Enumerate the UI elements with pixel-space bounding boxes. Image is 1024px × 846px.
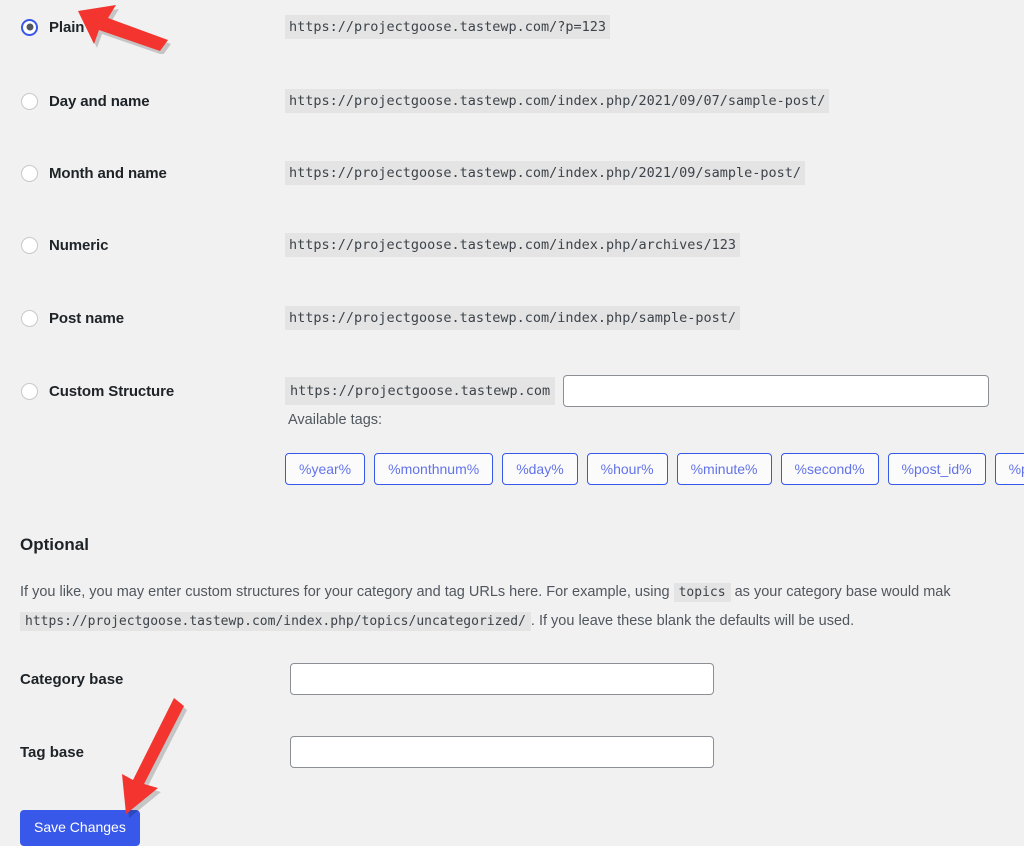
radio-plain[interactable]	[21, 18, 38, 36]
tag-button-monthnum[interactable]: %monthnum%	[374, 453, 494, 486]
optional-text-part3: . If you leave these blank the defaults …	[530, 613, 855, 629]
tag-button-year[interactable]: %year%	[285, 453, 366, 486]
permalink-option-label: Numeric	[49, 236, 109, 254]
permalink-option-row[interactable]: Custom Structure https://projectgoose.ta…	[0, 371, 1024, 411]
tag-base-row: Tag base	[0, 736, 1024, 768]
permalink-option-row[interactable]: Post name https://projectgoose.tastewp.c…	[0, 298, 1024, 338]
radio-post-name[interactable]	[21, 309, 38, 327]
radio-day-and-name[interactable]	[21, 92, 38, 110]
tag-button-day[interactable]: %day%	[502, 453, 578, 486]
permalink-option-post-name[interactable]: Post name	[0, 309, 285, 327]
tag-button-hour[interactable]: %hour%	[586, 453, 668, 486]
permalink-option-numeric[interactable]: Numeric	[0, 236, 285, 254]
optional-description: If you like, you may enter custom struct…	[20, 578, 1024, 636]
radio-month-and-name[interactable]	[21, 164, 38, 182]
permalink-option-label: Plain	[49, 18, 85, 36]
tag-button-post-id[interactable]: %post_id%	[887, 453, 986, 486]
permalink-option-label: Custom Structure	[49, 382, 175, 400]
category-base-label: Category base	[20, 670, 124, 688]
tag-base-input[interactable]	[290, 736, 714, 768]
category-base-row: Category base	[0, 663, 1024, 695]
permalink-settings-page: Plain https://projectgoose.tastewp.com/?…	[0, 0, 1024, 846]
permalink-option-row[interactable]: Day and name https://projectgoose.tastew…	[0, 81, 1024, 121]
permalink-option-label: Day and name	[49, 92, 150, 110]
optional-text-part2: as your category base would mak	[734, 584, 951, 600]
permalink-example-url: https://projectgoose.tastewp.com/?p=123	[285, 14, 610, 40]
code-example-url: https://projectgoose.tastewp.com/index.p…	[20, 612, 531, 631]
custom-structure-prefix: https://projectgoose.tastewp.com	[285, 376, 556, 406]
permalink-option-month-and-name[interactable]: Month and name	[0, 164, 285, 182]
permalink-example-url: https://projectgoose.tastewp.com/index.p…	[285, 232, 741, 258]
optional-section-heading: Optional	[20, 535, 89, 554]
permalink-example-url: https://projectgoose.tastewp.com/index.p…	[285, 88, 830, 114]
tag-base-label: Tag base	[20, 743, 84, 761]
optional-text-part1: If you like, you may enter custom struct…	[20, 584, 670, 600]
permalink-option-row[interactable]: Plain https://projectgoose.tastewp.com/?…	[0, 7, 1024, 47]
radio-numeric[interactable]	[21, 236, 38, 254]
permalink-example-url: https://projectgoose.tastewp.com/index.p…	[285, 160, 806, 186]
permalink-example-url: https://projectgoose.tastewp.com/index.p…	[285, 305, 741, 331]
radio-custom-structure[interactable]	[21, 382, 38, 400]
tag-button-minute[interactable]: %minute%	[676, 453, 772, 486]
custom-structure-input[interactable]	[563, 375, 990, 407]
tag-button-postname[interactable]: %postname%	[994, 453, 1024, 486]
permalink-option-label: Month and name	[49, 164, 167, 182]
code-topics: topics	[673, 583, 731, 602]
permalink-option-row[interactable]: Month and name https://projectgoose.tast…	[0, 153, 1024, 193]
save-changes-button[interactable]: Save Changes	[20, 810, 140, 846]
available-tags-label: Available tags:	[288, 412, 383, 428]
permalink-option-plain[interactable]: Plain	[0, 18, 285, 36]
tag-button-second[interactable]: %second%	[780, 453, 879, 486]
permalink-option-day-and-name[interactable]: Day and name	[0, 92, 285, 110]
category-base-input[interactable]	[290, 663, 714, 695]
permalink-option-custom-structure[interactable]: Custom Structure	[0, 382, 285, 400]
available-tags-list: %year% %monthnum% %day% %hour% %minute% …	[285, 453, 1024, 486]
permalink-option-label: Post name	[49, 309, 124, 327]
permalink-option-row[interactable]: Numeric https://projectgoose.tastewp.com…	[0, 225, 1024, 265]
